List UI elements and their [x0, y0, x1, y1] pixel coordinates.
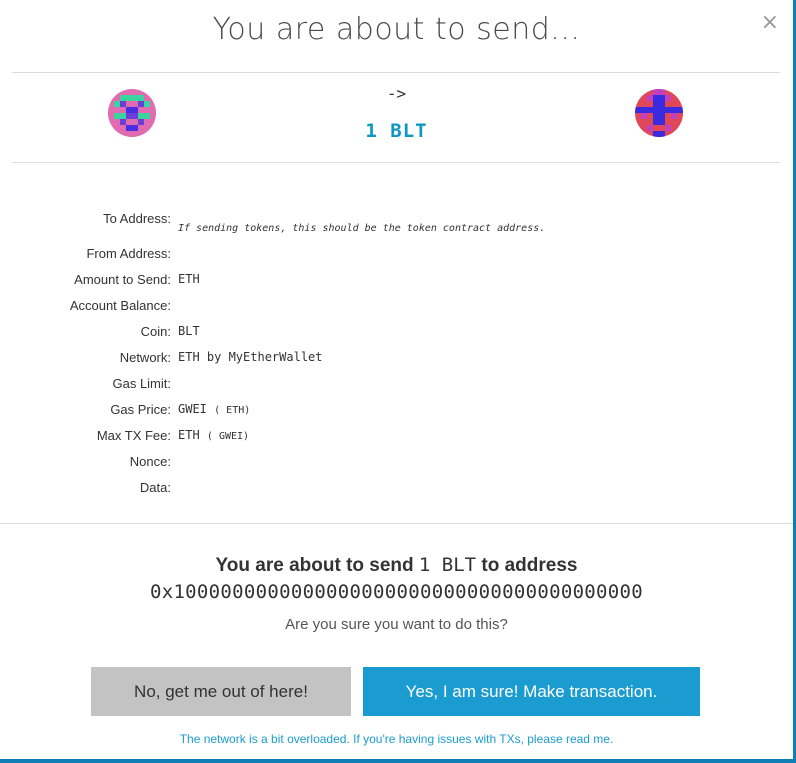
detail-row-gas-limit: Gas Limit:	[0, 376, 793, 396]
detail-value: GWEI ( ETH)	[178, 402, 250, 416]
confirm-amount: 1 BLT	[418, 554, 477, 576]
gas-price-sub: ( ETH)	[214, 405, 251, 416]
detail-value: BLT	[178, 324, 200, 338]
detail-label: Max TX Fee:	[96, 428, 171, 443]
detail-label: Nonce:	[129, 454, 171, 469]
network-overload-link[interactable]: The network is a bit overloaded. If you'…	[0, 732, 793, 746]
to-address-hint: If sending tokens, this should be the to…	[178, 223, 546, 234]
detail-row-network: Network: ETH by MyEtherWallet	[0, 350, 793, 370]
detail-label: Data:	[139, 480, 171, 495]
confirm-prefix: You are about to send	[215, 555, 414, 576]
detail-row-from-address: From Address:	[0, 246, 793, 266]
detail-row-balance: Account Balance:	[0, 298, 793, 318]
confirm-suffix: to address	[481, 555, 578, 576]
detail-value: ETH by MyEtherWallet	[178, 350, 323, 364]
detail-label: Gas Price:	[110, 402, 171, 417]
gas-price-unit: GWEI	[178, 402, 207, 416]
confirm-heading: You are about to send 1 BLT to address	[0, 554, 793, 577]
detail-value: ETH	[178, 272, 200, 286]
detail-label: To Address:	[103, 211, 171, 226]
detail-row-gas-price: Gas Price: GWEI ( ETH)	[0, 402, 793, 422]
divider	[12, 162, 780, 163]
detail-label: Gas Limit:	[112, 376, 171, 391]
detail-row-data: Data:	[0, 480, 793, 500]
confirm-modal: × You are about to send... -> 1 BLT To A…	[0, 0, 793, 759]
detail-label: Network:	[119, 350, 171, 365]
detail-row-amount: Amount to Send: ETH	[0, 272, 793, 292]
detail-label: Coin:	[140, 324, 171, 339]
detail-row-nonce: Nonce:	[0, 454, 793, 474]
detail-label: Amount to Send:	[74, 272, 171, 287]
modal-title: You are about to send...	[212, 12, 581, 47]
detail-label: From Address:	[86, 246, 171, 261]
divider	[12, 72, 780, 73]
confirm-question: Are you sure you want to do this?	[285, 616, 508, 633]
detail-value: ETH ( GWEI)	[178, 428, 249, 442]
detail-row-max-fee: Max TX Fee: ETH ( GWEI)	[0, 428, 793, 448]
confirm-transaction-button[interactable]: Yes, I am sure! Make transaction.	[363, 667, 700, 716]
max-fee-unit: ETH	[178, 428, 200, 442]
detail-row-to-address: To Address: If sending tokens, this shou…	[0, 211, 793, 234]
cancel-button[interactable]: No, get me out of here!	[91, 667, 351, 716]
divider	[0, 523, 793, 524]
confirm-address: 0x10000000000000000000000000000000000000…	[149, 581, 644, 603]
max-fee-sub: ( GWEI)	[206, 431, 250, 442]
detail-row-coin: Coin: BLT	[0, 324, 793, 344]
to-identicon	[635, 89, 683, 137]
detail-label: Account Balance:	[69, 298, 171, 313]
